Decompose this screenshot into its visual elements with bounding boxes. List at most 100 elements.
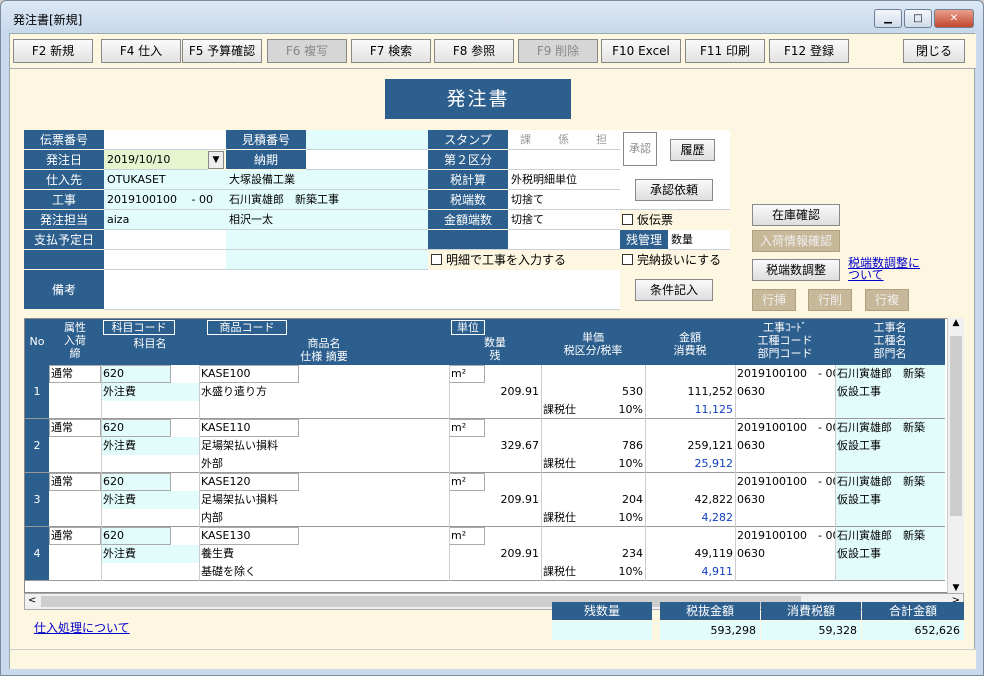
table-row[interactable]: 1 通常 620 外注費 KASE100 水盛り遣り方 m² 209.91 530 課税仕 10% 1… [25, 365, 945, 419]
row-insert-button[interactable]: 行挿 [752, 289, 796, 311]
shohin-name-cell[interactable]: 足場架払い損料 [199, 491, 449, 509]
zeiritsu-cell[interactable]: 10% [591, 509, 645, 527]
shiire-code-field[interactable]: OTUKASET [104, 170, 226, 190]
kubun2-field[interactable] [508, 150, 620, 170]
toolbar-button-6[interactable]: F8 参照 [434, 39, 514, 63]
tanka-cell[interactable]: 786 [541, 437, 645, 455]
grid-vscroll[interactable]: ▲ ▼ [947, 318, 964, 593]
kamoku-name-cell[interactable]: 外注費 [101, 545, 199, 563]
karidenpyo-box[interactable] [622, 214, 633, 225]
koji-mei-cell[interactable]: 石川寅雄郎 新築 [835, 365, 945, 383]
shiyo-cell[interactable]: 基礎を除く [199, 563, 449, 581]
vscroll-thumb[interactable] [950, 336, 962, 516]
karidenpyo-checkbox[interactable]: 仮伝票 [622, 212, 673, 228]
shohizei-cell[interactable]: 4,911 [645, 563, 735, 581]
koji-code-cell[interactable]: 2019100100 - 00 [735, 473, 835, 491]
shohizei-cell[interactable]: 11,125 [645, 401, 735, 419]
kingaku-cell[interactable]: 42,822 [645, 491, 735, 509]
bumon-mei-cell[interactable] [835, 509, 945, 527]
tani-cell[interactable]: m² [449, 419, 485, 437]
shiyo-cell[interactable]: 外部 [199, 455, 449, 473]
nyuka-button[interactable]: 入荷情報確認 [752, 230, 840, 252]
shohin-name-cell[interactable]: 養生費 [199, 545, 449, 563]
kamoku-name-cell[interactable]: 外注費 [101, 383, 199, 401]
tanka-cell[interactable]: 234 [541, 545, 645, 563]
zaiko-button[interactable]: 在庫確認 [752, 204, 840, 226]
suryo-cell[interactable]: 209.91 [449, 491, 541, 509]
suryo-cell[interactable]: 329.67 [449, 437, 541, 455]
tani-cell[interactable]: m² [449, 473, 485, 491]
kamoku-name-cell[interactable]: 外注費 [101, 491, 199, 509]
koji-mei-cell[interactable]: 石川寅雄郎 新築 [835, 527, 945, 545]
koji-code-cell[interactable]: 2019100100 - 00 [735, 527, 835, 545]
tani-cell[interactable]: m² [449, 365, 485, 383]
kamoku-code-cell[interactable]: 620 [101, 473, 171, 491]
table-row[interactable]: 4 通常 620 外注費 KASE130 養生費 基礎を除く m² 209.91 234 課税仕 10… [25, 527, 945, 581]
maximize-button[interactable]: □ [904, 9, 932, 28]
denpyo-field[interactable] [104, 130, 226, 150]
close-window-button[interactable]: ✕ [934, 9, 974, 28]
koshu-mei-cell[interactable]: 仮設工事 [835, 383, 945, 401]
koji-code-cell[interactable]: 2019100100 - 00 [735, 419, 835, 437]
zeikubun-cell[interactable]: 課税仕 [541, 455, 591, 473]
shohin-code-cell[interactable]: KASE110 [199, 419, 299, 437]
table-row[interactable]: 3 通常 620 外注費 KASE120 足場架払い損料 内部 m² 209.91 204 課税仕 1… [25, 473, 945, 527]
zokusei-cell[interactable]: 通常 [49, 419, 101, 437]
date-dropdown-icon[interactable]: ▼ [208, 151, 224, 169]
noki-field[interactable] [306, 150, 428, 170]
kamoku-code-cell[interactable]: 620 [101, 527, 171, 545]
koshu-mei-cell[interactable]: 仮設工事 [835, 545, 945, 563]
zeikubun-cell[interactable]: 課税仕 [541, 401, 591, 419]
kannou-box[interactable] [622, 254, 633, 265]
zeikubun-cell[interactable]: 課税仕 [541, 563, 591, 581]
zeikubun-cell[interactable]: 課税仕 [541, 509, 591, 527]
bumon-mei-cell[interactable] [835, 563, 945, 581]
tanka-cell[interactable]: 530 [541, 383, 645, 401]
bumon-mei-cell[interactable] [835, 401, 945, 419]
shohin-code-cell[interactable]: KASE130 [199, 527, 299, 545]
koji-mei-cell[interactable]: 石川寅雄郎 新築 [835, 419, 945, 437]
row-delete-button[interactable]: 行削 [808, 289, 852, 311]
shohizei-cell[interactable]: 4,282 [645, 509, 735, 527]
minimize-button[interactable]: ▁ [874, 9, 902, 28]
kingaku-cell[interactable]: 111,252 [645, 383, 735, 401]
shohin-code-cell[interactable]: KASE100 [199, 365, 299, 383]
suryo-cell[interactable]: 209.91 [449, 383, 541, 401]
koji-code-cell[interactable]: 2019100100 - 00 [735, 365, 835, 383]
rireki-button[interactable]: 履歴 [670, 139, 715, 161]
zokusei-cell[interactable]: 通常 [49, 527, 101, 545]
toolbar-button-3[interactable]: F5 予算確認 [182, 39, 262, 63]
kamoku-code-cell[interactable]: 620 [101, 419, 171, 437]
joken-button[interactable]: 条件記入 [635, 279, 713, 301]
zeiritsu-cell[interactable]: 10% [591, 563, 645, 581]
zeichosei-button[interactable]: 税端数調整 [752, 259, 840, 281]
koshu-code-cell[interactable]: 0630 [735, 383, 835, 401]
shohizei-cell[interactable]: 25,912 [645, 455, 735, 473]
shiyo-cell[interactable]: 内部 [199, 509, 449, 527]
meisai-checkbox[interactable]: 明細で工事を入力する [431, 252, 566, 268]
shonin-irai-button[interactable]: 承認依頼 [635, 179, 713, 201]
shohin-code-cell[interactable]: KASE120 [199, 473, 299, 491]
mitsumori-field[interactable] [306, 130, 428, 150]
toolbar-button-9[interactable]: F11 印刷 [685, 39, 765, 63]
hacchu-date-field[interactable]: 2019/10/10 [104, 150, 208, 170]
biko-field[interactable] [104, 270, 620, 310]
kingaku-cell[interactable]: 49,119 [645, 545, 735, 563]
koji-code-field[interactable]: 2019100100 - 00 [104, 190, 226, 210]
tanka-cell[interactable]: 204 [541, 491, 645, 509]
meisai-box[interactable] [431, 254, 442, 265]
toolbar-button-7[interactable]: F9 削除 [518, 39, 598, 63]
toolbar-button-8[interactable]: F10 Excel [601, 39, 681, 63]
kamoku-name-cell[interactable]: 外注費 [101, 437, 199, 455]
zokusei-cell[interactable]: 通常 [49, 365, 101, 383]
row-copy-button[interactable]: 行複 [865, 289, 909, 311]
toolbar-button-1[interactable]: F2 新規 [13, 39, 93, 63]
shohin-name-cell[interactable]: 足場架払い損料 [199, 437, 449, 455]
toolbar-button-2[interactable]: F4 仕入 [101, 39, 181, 63]
zeichosei-link[interactable]: 税端数調整について [848, 257, 928, 281]
close-button[interactable]: 閉じる [903, 39, 965, 63]
koji-mei-cell[interactable]: 石川寅雄郎 新築 [835, 473, 945, 491]
kamoku-code-cell[interactable]: 620 [101, 365, 171, 383]
shiire-link[interactable]: 仕入処理について [34, 622, 130, 634]
zeiritsu-cell[interactable]: 10% [591, 455, 645, 473]
